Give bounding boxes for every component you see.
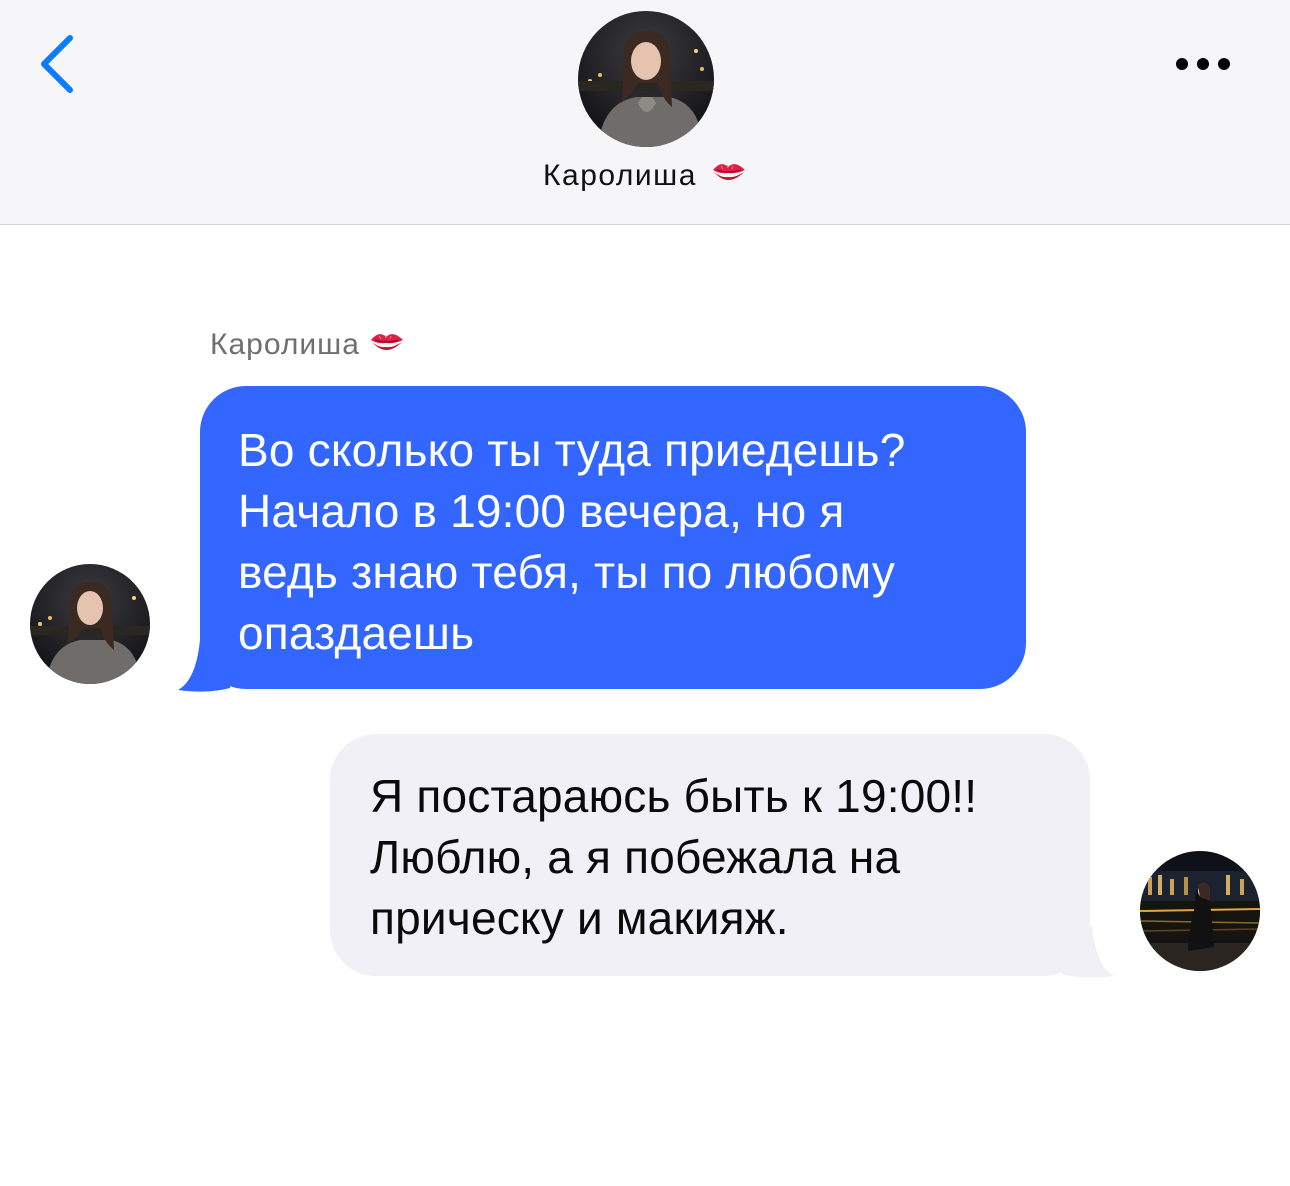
chat-header: Каролиша <box>0 0 1290 225</box>
message-line: Во сколько ты туда приедешь? <box>238 424 906 476</box>
message-sender-label: Каролиша <box>210 328 406 366</box>
sender-avatar[interactable] <box>30 564 150 684</box>
sender-name: Каролиша <box>210 328 360 361</box>
chevron-left-icon <box>41 35 73 93</box>
kiss-mark-icon <box>368 328 406 366</box>
kiss-mark-icon <box>711 158 747 196</box>
message-line: Я постараюсь быть к 19:00!! <box>370 770 978 822</box>
message-line: прическу и макияж. <box>370 892 789 944</box>
more-options-button[interactable] <box>1166 44 1242 84</box>
ellipsis-icon <box>1176 58 1230 70</box>
message-line: Начало в 19:00 вечера, но я <box>238 485 845 537</box>
incoming-message-bubble[interactable]: Во сколько ты туда приедешь? Начало в 19… <box>200 386 1026 689</box>
message-line: опаздаешь <box>238 607 475 659</box>
contact-name-text: Каролиша <box>543 159 697 192</box>
outgoing-message-bubble[interactable]: Я постараюсь быть к 19:00!! Люблю, а я п… <box>330 734 1090 976</box>
self-avatar[interactable] <box>1140 851 1260 971</box>
contact-name[interactable]: Каролиша <box>400 158 890 196</box>
back-button[interactable] <box>30 28 90 100</box>
message-line: ведь знаю тебя, ты по любому <box>238 546 896 598</box>
message-line: Люблю, а я побежала на <box>370 831 901 883</box>
contact-avatar[interactable] <box>578 11 714 147</box>
